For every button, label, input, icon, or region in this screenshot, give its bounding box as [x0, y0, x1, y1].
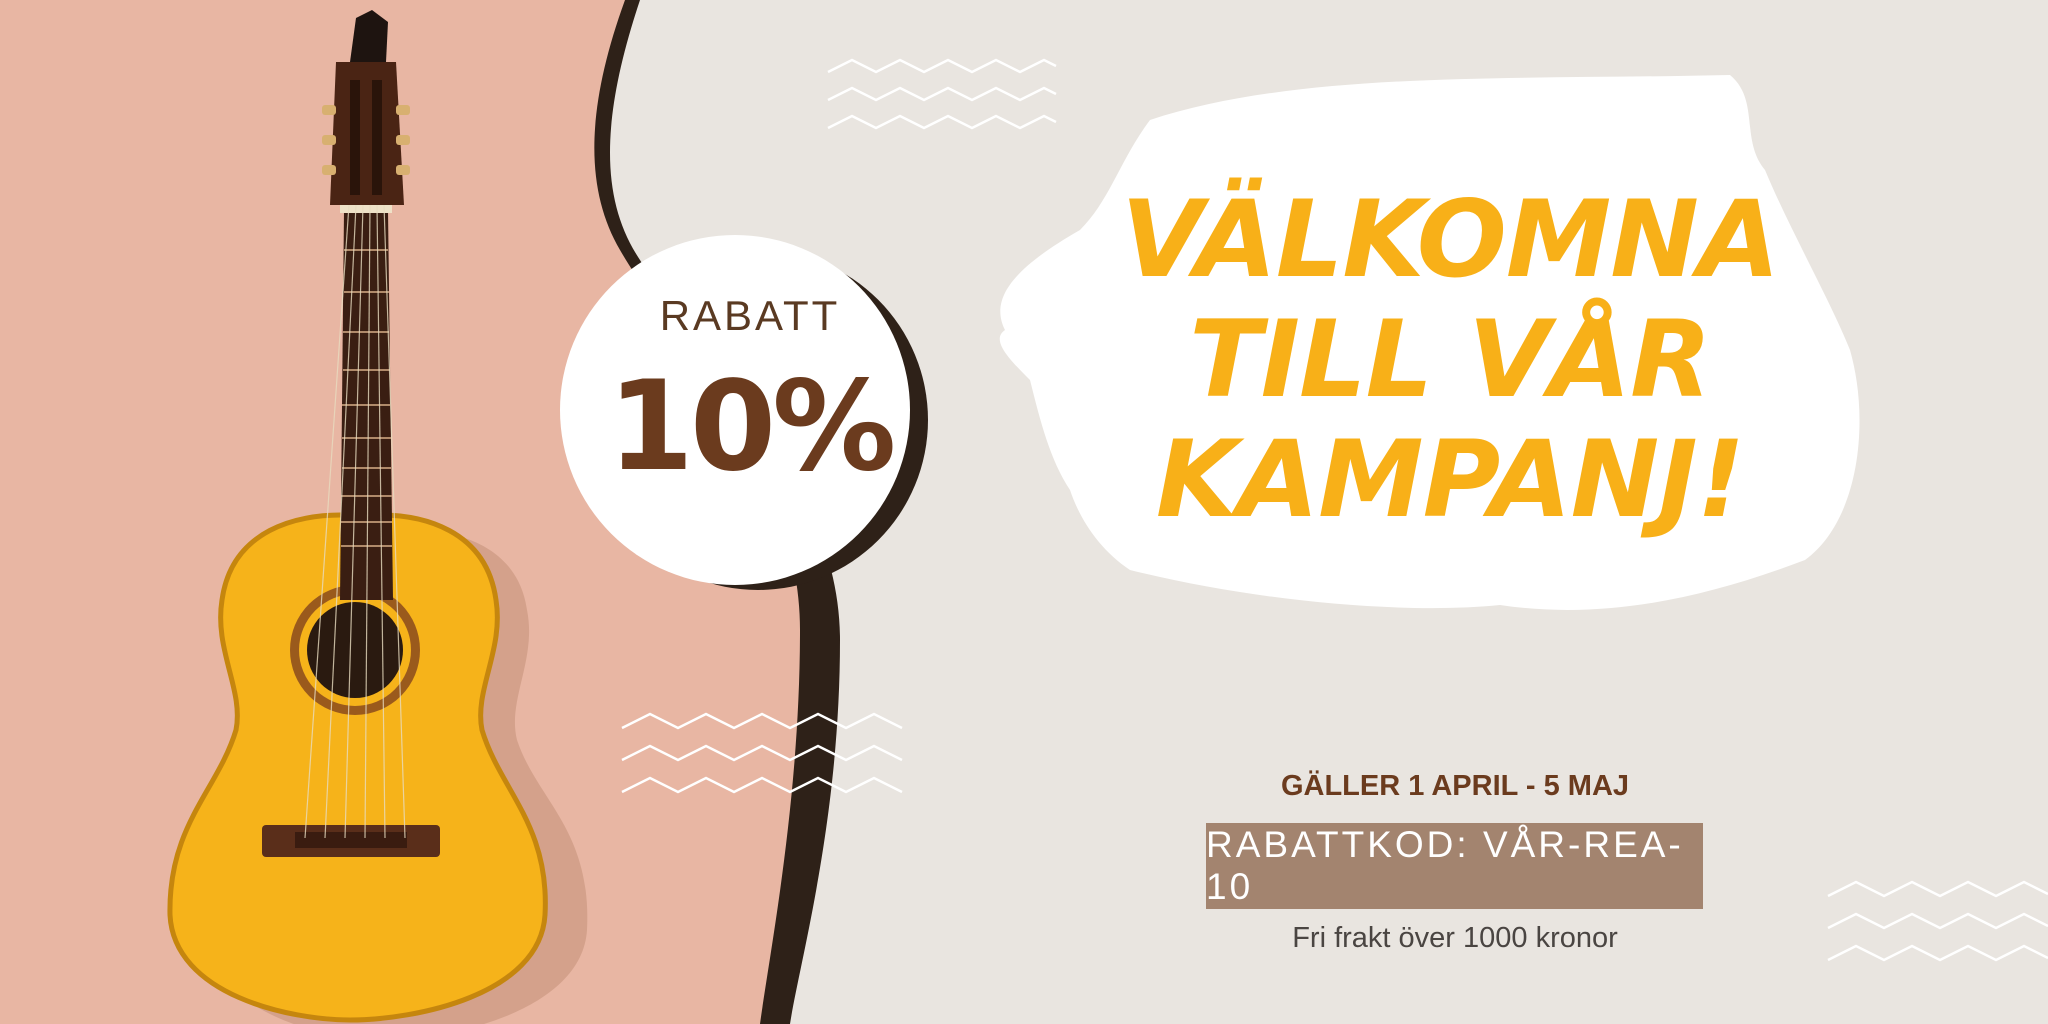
headline-line: TILL VÅR	[1189, 298, 1711, 421]
zigzag-pattern	[827, 58, 1057, 130]
headline-line: VÄLKOMNA	[1120, 178, 1780, 301]
discount-code-text: RABATTKOD: VÅR-REA-10	[1206, 824, 1684, 907]
validity-text: GÄLLER 1 APRIL - 5 MAJ	[1280, 770, 1630, 802]
badge-label: RABATT	[659, 292, 841, 339]
badge-value: 10%	[607, 355, 897, 499]
headline: VÄLKOMNA TILL VÅR KAMPANJ!	[1000, 180, 1900, 540]
discount-code-box: RABATTKOD: VÅR-REA-10	[1206, 823, 1703, 909]
shipping-note: Fri frakt över 1000 kronor	[1292, 922, 1618, 954]
zigzag-pattern	[1827, 880, 2048, 962]
promo-banner: RABATT 10% VÄLKOMNA TILL VÅR KAMPANJ! GÄ…	[0, 0, 2048, 1024]
headline-line: KAMPANJ!	[1155, 418, 1745, 541]
